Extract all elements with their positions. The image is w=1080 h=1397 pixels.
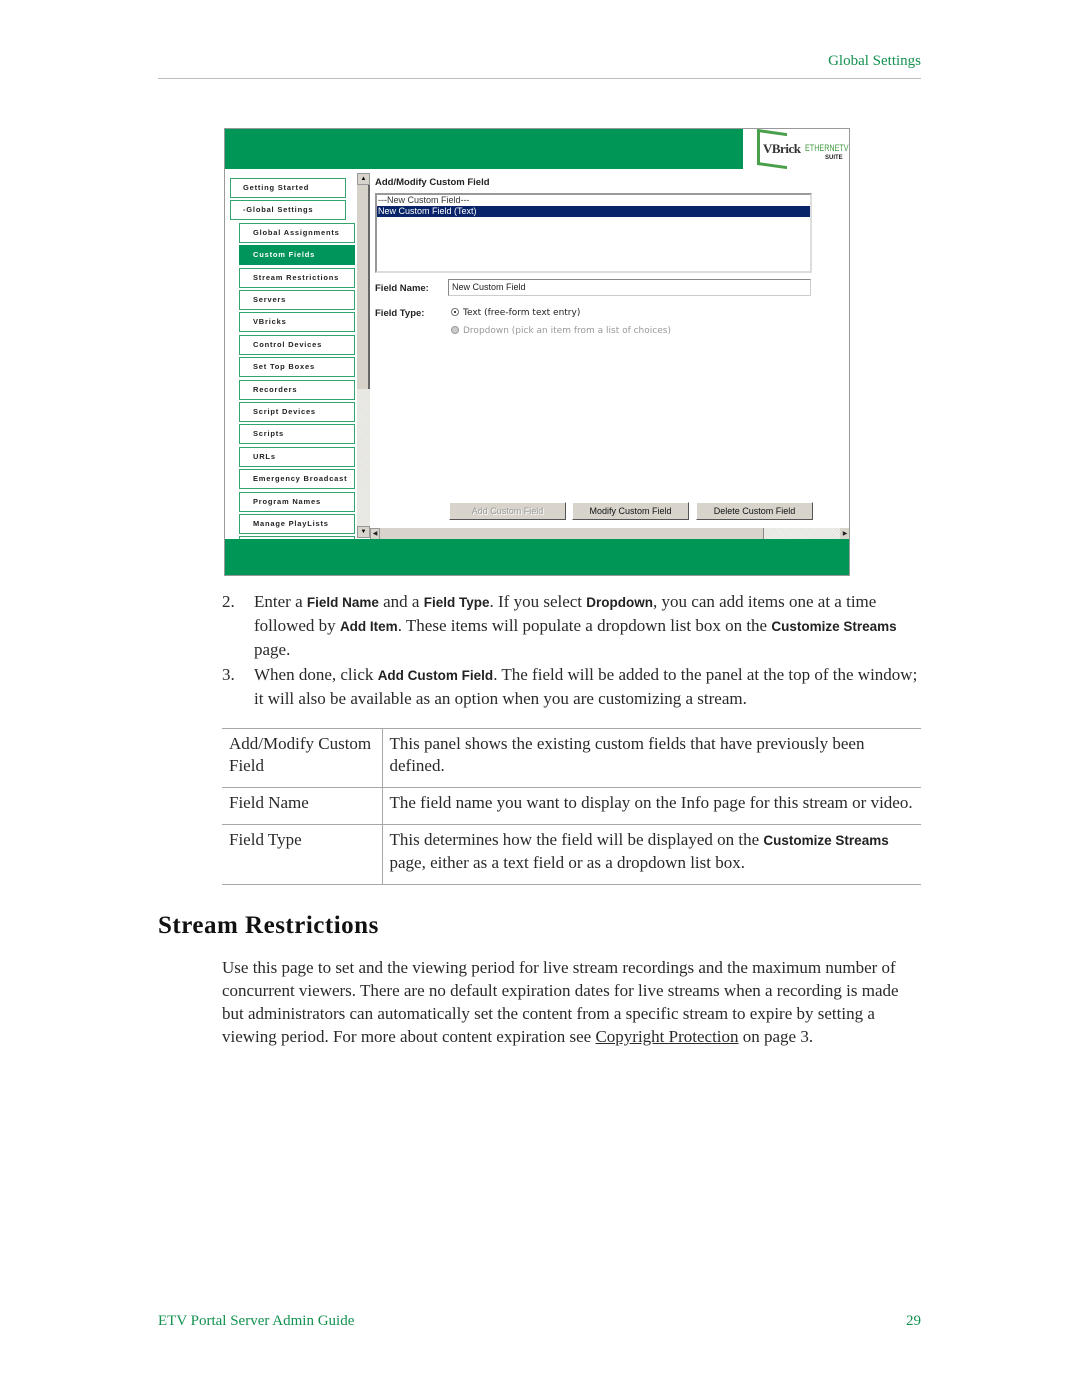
sidebar-item[interactable]: Scripts — [239, 424, 355, 445]
step-item: 2. Enter a Field Name and a Field Type. I… — [222, 590, 922, 661]
panel-title: Add/Modify Custom Field — [375, 177, 490, 188]
sidebar-item[interactable]: Getting Started — [230, 178, 346, 198]
instruction-steps: 2. Enter a Field Name and a Field Type. I… — [222, 590, 922, 712]
ui-term: Add Item — [339, 619, 398, 634]
sidebar-scrollbar[interactable]: ▲ ▼ — [357, 173, 370, 538]
logo-product: ETHERNETV — [805, 143, 849, 153]
field-type-dropdown-radio[interactable]: Dropdown (pick an item from a list of ch… — [451, 326, 671, 336]
ui-term: Customize Streams — [763, 833, 889, 848]
listbox-option[interactable]: ---New Custom Field--- — [377, 195, 810, 206]
definition-description: The field name you want to display on th… — [382, 787, 921, 825]
step-number: 2. — [222, 592, 235, 611]
text-run: page, either as a text field or as a dro… — [389, 853, 745, 872]
custom-field-listbox[interactable]: ---New Custom Field--- New Custom Field (… — [375, 193, 812, 273]
field-type-label: Field Type: — [375, 308, 425, 319]
footer-page-number: 29 — [906, 1313, 921, 1329]
scroll-thumb[interactable] — [357, 185, 370, 389]
sidebar-item[interactable]: Control Devices — [239, 334, 355, 355]
logo-suite: SUITE — [825, 155, 843, 161]
table-row: Add/Modify Custom Field This panel shows … — [222, 728, 921, 788]
header-divider — [158, 78, 921, 79]
sidebar-item[interactable]: Global Assignments — [239, 222, 355, 243]
text-run: Enter a — [254, 592, 307, 611]
table-row: Field Name The field name you want to dis… — [222, 787, 921, 825]
sidebar-item[interactable]: Stream Restrictions — [239, 267, 355, 288]
step-number: 3. — [222, 665, 235, 684]
footer-guide-title: ETV Portal Server Admin Guide — [158, 1313, 355, 1329]
horizontal-scrollbar[interactable]: ◀ ▶ — [370, 527, 849, 540]
sidebar-item[interactable]: Manage PlayLists — [239, 514, 355, 534]
sidebar-item[interactable]: VBricks — [239, 312, 355, 333]
step-item: 3. When done, click Add Custom Field. The… — [222, 663, 922, 710]
text-run: . If you select — [489, 592, 587, 611]
definition-description: This determines how the field will be di… — [382, 824, 921, 885]
field-type-text-radio[interactable]: Text (free-form text entry) — [451, 308, 580, 318]
ui-term: Customize Streams — [771, 619, 897, 634]
text-run: This determines how the field will be di… — [389, 830, 764, 849]
table-row: Field Type This determines how the field … — [222, 824, 921, 885]
running-header: Global Settings — [828, 53, 921, 69]
listbox-option[interactable]: New Custom Field (Text) — [377, 206, 810, 217]
text-run: page. — [254, 640, 291, 659]
sidebar-item[interactable]: Custom Fields — [239, 245, 355, 266]
sidebar-item[interactable]: Program Names — [239, 491, 355, 512]
ui-term: Field Type — [423, 595, 490, 610]
text-run: When done, click — [254, 665, 378, 684]
text-run: and a — [378, 592, 424, 611]
sidebar-item[interactable]: Emergency Broadcast — [239, 469, 355, 490]
copyright-protection-link[interactable]: Copyright Protection — [595, 1027, 738, 1046]
definitions-table: Add/Modify Custom Field This panel shows … — [222, 728, 921, 885]
definition-description: This panel shows the existing custom fie… — [382, 728, 921, 788]
definition-term: Add/Modify Custom Field — [222, 728, 383, 788]
text-run: The field name you want to display on th… — [389, 793, 913, 812]
delete-custom-field-button[interactable]: Delete Custom Field — [696, 502, 813, 520]
sidebar-item[interactable]: Script Devices — [239, 402, 355, 422]
definition-term: Field Type — [222, 824, 383, 885]
sidebar-item[interactable]: Set Top Boxes — [239, 357, 355, 378]
sidebar-item[interactable]: Servers — [239, 290, 355, 310]
ui-term: Add Custom Field — [377, 668, 494, 683]
app-banner — [225, 129, 743, 169]
ui-term: Dropdown — [586, 595, 654, 610]
radio-checked-icon[interactable] — [451, 308, 459, 316]
section-body: Use this page to set and the viewing per… — [222, 956, 922, 1048]
scroll-down-icon[interactable]: ▼ — [357, 526, 370, 538]
scroll-track[interactable] — [357, 389, 370, 526]
text-run: . These items will populate a dropdown l… — [397, 616, 772, 635]
screenshot-custom-fields: VBrick ETHERNETV SUITE Getting Started -G… — [224, 128, 850, 576]
sidebar-nav: Getting Started -Global Settings Global As… — [225, 173, 357, 539]
modify-custom-field-button[interactable]: Modify Custom Field — [572, 502, 689, 520]
section-body-text-end: on page 3. — [738, 1027, 814, 1046]
text-run: This panel shows the existing custom fie… — [389, 734, 865, 775]
add-custom-field-button[interactable]: Add Custom Field — [449, 502, 566, 520]
radio-disabled-icon[interactable] — [451, 326, 459, 334]
vbrick-logo: VBrick ETHERNETV SUITE — [755, 129, 849, 170]
scroll-up-icon[interactable]: ▲ — [357, 173, 370, 185]
field-name-input[interactable]: New Custom Field — [448, 279, 811, 296]
sidebar-item[interactable]: Recorders — [239, 379, 355, 400]
sidebar-item[interactable]: -Global Settings — [230, 200, 346, 221]
app-footer-bar — [225, 539, 849, 575]
radio-label: Dropdown (pick an item from a list of ch… — [463, 326, 671, 336]
ui-term: Field Name — [306, 595, 379, 610]
section-heading: Stream Restrictions — [158, 912, 379, 939]
definition-term: Field Name — [222, 787, 383, 825]
sidebar-item[interactable]: URLs — [239, 446, 355, 467]
radio-label: Text (free-form text entry) — [463, 308, 581, 318]
field-name-label: Field Name: — [375, 283, 429, 294]
logo-brand: VBrick — [763, 141, 801, 156]
